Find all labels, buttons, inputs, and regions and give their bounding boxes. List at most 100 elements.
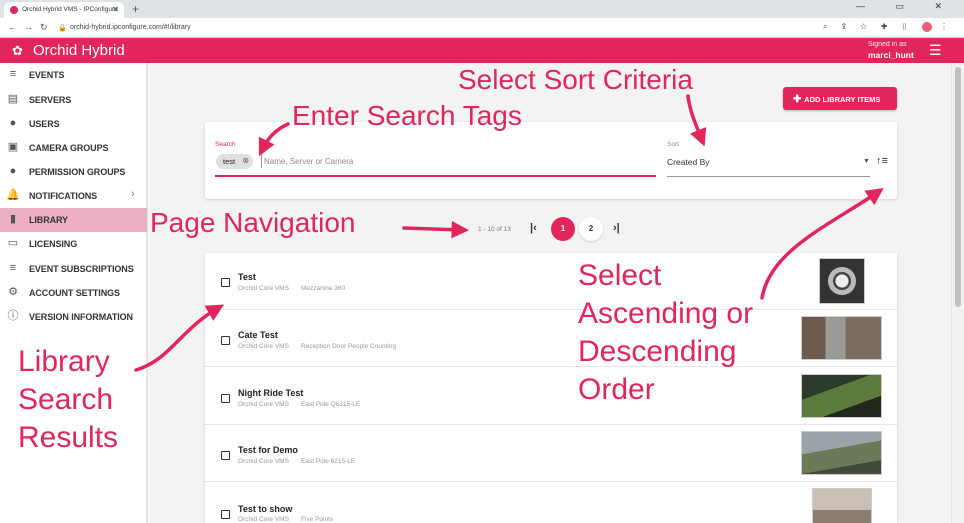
sidebar-item-permission-groups[interactable]: ● PERMISSION GROUPS [0, 160, 147, 184]
servers-icon: ▤ [7, 93, 19, 105]
result-title[interactable]: Test [238, 272, 256, 282]
sidebar-item-label: VERSION INFORMATION [29, 312, 133, 322]
sidebar-item-label: NOTIFICATIONS [29, 191, 98, 201]
chevron-right-icon[interactable]: › [131, 188, 135, 200]
sort-label: Sort [667, 141, 679, 148]
search-card: Search test ⊗ Sort Created By ▼ ↑≡ [205, 122, 897, 199]
browser-tabstrip: Orchid Hybrid VMS - IPConfigure ✕ + — ▭ … [0, 0, 964, 18]
add-library-items-label: ADD LIBRARY ITEMS [804, 95, 881, 104]
results-list: Test Orchid Core VMS Mezzanine 360 Cate … [205, 253, 897, 523]
app-header: ✿ Orchid Hybrid Signed in as marci_hunt … [0, 38, 964, 63]
remove-tag-icon[interactable]: ⊗ [242, 156, 249, 165]
result-thumbnail[interactable] [812, 488, 872, 523]
sidebar-item-label: USERS [29, 119, 60, 129]
sidebar-item-version-information[interactable]: ⓘ VERSION INFORMATION [0, 305, 147, 329]
annotation-order-1: Select [578, 259, 662, 292]
list-item[interactable]: Test for Demo Orchid Core VMS East Pole … [205, 425, 897, 482]
result-camera: Reception Door People Counting [301, 343, 397, 350]
annotation-results-3: Results [18, 421, 119, 454]
scrollbar-thumb[interactable] [955, 67, 961, 307]
list-item[interactable]: Test to show Orchid Core VMS Five Points [205, 483, 897, 523]
result-thumbnail[interactable] [801, 316, 882, 360]
select-checkbox[interactable] [221, 336, 230, 345]
result-title[interactable]: Test to show [238, 504, 292, 514]
lock-icon: 🔒 [58, 25, 67, 32]
sidebar-item-library[interactable]: ▮ LIBRARY [0, 208, 147, 232]
forward-icon[interactable]: → [24, 22, 33, 32]
sidebar-item-event-subscriptions[interactable]: ≡ EVENT SUBSCRIPTIONS [0, 257, 147, 281]
sidebar-item-events[interactable]: ≡ EVENTS [0, 63, 147, 87]
profile-avatar[interactable] [921, 22, 932, 32]
brand-title: Orchid Hybrid [33, 42, 125, 59]
sort-direction-icon[interactable]: ↑≡ [876, 155, 888, 167]
result-title[interactable]: Test for Demo [238, 445, 298, 455]
event-subscriptions-icon: ≡ [9, 262, 17, 274]
back-icon[interactable]: ← [8, 22, 17, 32]
annotation-sort-criteria: Select Sort Criteria [458, 64, 693, 95]
sidebar-item-account-settings[interactable]: ⚙ ACCOUNT SETTINGS [0, 281, 147, 305]
search-label: Search [215, 141, 236, 148]
search-tag-text: test [223, 157, 236, 166]
page-2-button[interactable]: 2 [579, 217, 603, 241]
result-thumbnail[interactable] [801, 374, 882, 418]
first-page-icon[interactable]: |‹ [530, 222, 537, 234]
result-server: Orchid Core VMS [238, 401, 289, 408]
sidebar-item-label: CAMERA GROUPS [29, 143, 109, 153]
result-thumbnail[interactable] [819, 258, 865, 304]
result-thumbnail[interactable] [801, 431, 882, 475]
window-controls[interactable]: — ▭ ✕ [856, 1, 956, 12]
page-range: 1 - 10 of 13 [478, 226, 511, 233]
username[interactable]: marci_hunt [868, 50, 914, 60]
select-checkbox[interactable] [221, 451, 230, 460]
orchid-favicon-icon [10, 6, 18, 14]
sidebar-item-camera-groups[interactable]: ▣ CAMERA GROUPS [0, 136, 147, 160]
add-library-items-button[interactable]: ✚ ADD LIBRARY ITEMS [783, 87, 897, 110]
sidebar-item-servers[interactable]: ▤ SERVERS [0, 88, 147, 112]
result-camera: Mezzanine 360 [301, 285, 346, 292]
address-bar[interactable]: 🔒 orchid-hybrid.ipconfigure.com/#!/libra… [58, 21, 838, 35]
annotation-order-4: Order [578, 373, 655, 406]
list-item[interactable]: Night Ride Test Orchid Core VMS East Pol… [205, 368, 897, 425]
select-checkbox[interactable] [221, 278, 230, 287]
list-item[interactable]: Test Orchid Core VMS Mezzanine 360 [205, 253, 897, 310]
new-tab-button[interactable]: + [132, 2, 139, 16]
result-title[interactable]: Cate Test [238, 330, 278, 340]
sidebar-item-label: EVENTS [29, 70, 65, 80]
sidebar-item-licensing[interactable]: ▭ LICENSING [0, 232, 147, 256]
url-text: orchid-hybrid.ipconfigure.com/#!/library [70, 24, 191, 31]
hamburger-menu-icon[interactable]: ☰ [929, 42, 942, 59]
sidebar-item-label: SERVERS [29, 95, 72, 105]
page-1-button[interactable]: 1 [551, 217, 575, 241]
plus-icon: ✚ [793, 94, 805, 105]
search-underline [215, 175, 656, 177]
browser-extension-icons[interactable]: ⌕ ⇪ ☆ ✚ ▯ ⋮ [823, 22, 954, 32]
close-tab-icon[interactable]: ✕ [112, 5, 119, 14]
sidebar-item-users[interactable]: ● USERS [0, 112, 147, 136]
browser-tab-title: Orchid Hybrid VMS - IPConfigure [22, 6, 118, 13]
sidebar-item-label: LIBRARY [29, 215, 68, 225]
sidebar-item-label: EVENT SUBSCRIPTIONS [29, 264, 134, 274]
last-page-icon[interactable]: ›| [613, 222, 620, 234]
list-item[interactable]: Cate Test Orchid Core VMS Reception Door… [205, 310, 897, 367]
select-checkbox[interactable] [221, 394, 230, 403]
users-icon: ● [9, 117, 17, 129]
annotation-order-3: Descending [578, 335, 737, 368]
bell-icon: 🔔 [6, 189, 20, 201]
select-checkbox[interactable] [221, 510, 230, 519]
search-input[interactable] [261, 154, 651, 168]
scrollbar[interactable] [952, 63, 964, 523]
result-camera: East Pole Q6315-LE [301, 401, 361, 408]
sort-underline [667, 176, 870, 177]
account-settings-icon: ⚙ [8, 286, 18, 298]
signed-in-label: Signed in as [868, 41, 907, 48]
sort-select[interactable]: Created By [667, 157, 710, 167]
sidebar-item-notifications[interactable]: 🔔 NOTIFICATIONS › [0, 184, 147, 208]
result-server: Orchid Core VMS [238, 516, 289, 523]
browser-tab[interactable]: Orchid Hybrid VMS - IPConfigure ✕ [4, 2, 124, 18]
reload-icon[interactable]: ↻ [40, 22, 48, 33]
result-title[interactable]: Night Ride Test [238, 388, 303, 398]
search-tag-chip[interactable]: test ⊗ [216, 154, 254, 169]
sidebar-item-label: PERMISSION GROUPS [29, 167, 126, 177]
result-server: Orchid Core VMS [238, 458, 289, 465]
caret-down-icon[interactable]: ▼ [863, 158, 870, 165]
